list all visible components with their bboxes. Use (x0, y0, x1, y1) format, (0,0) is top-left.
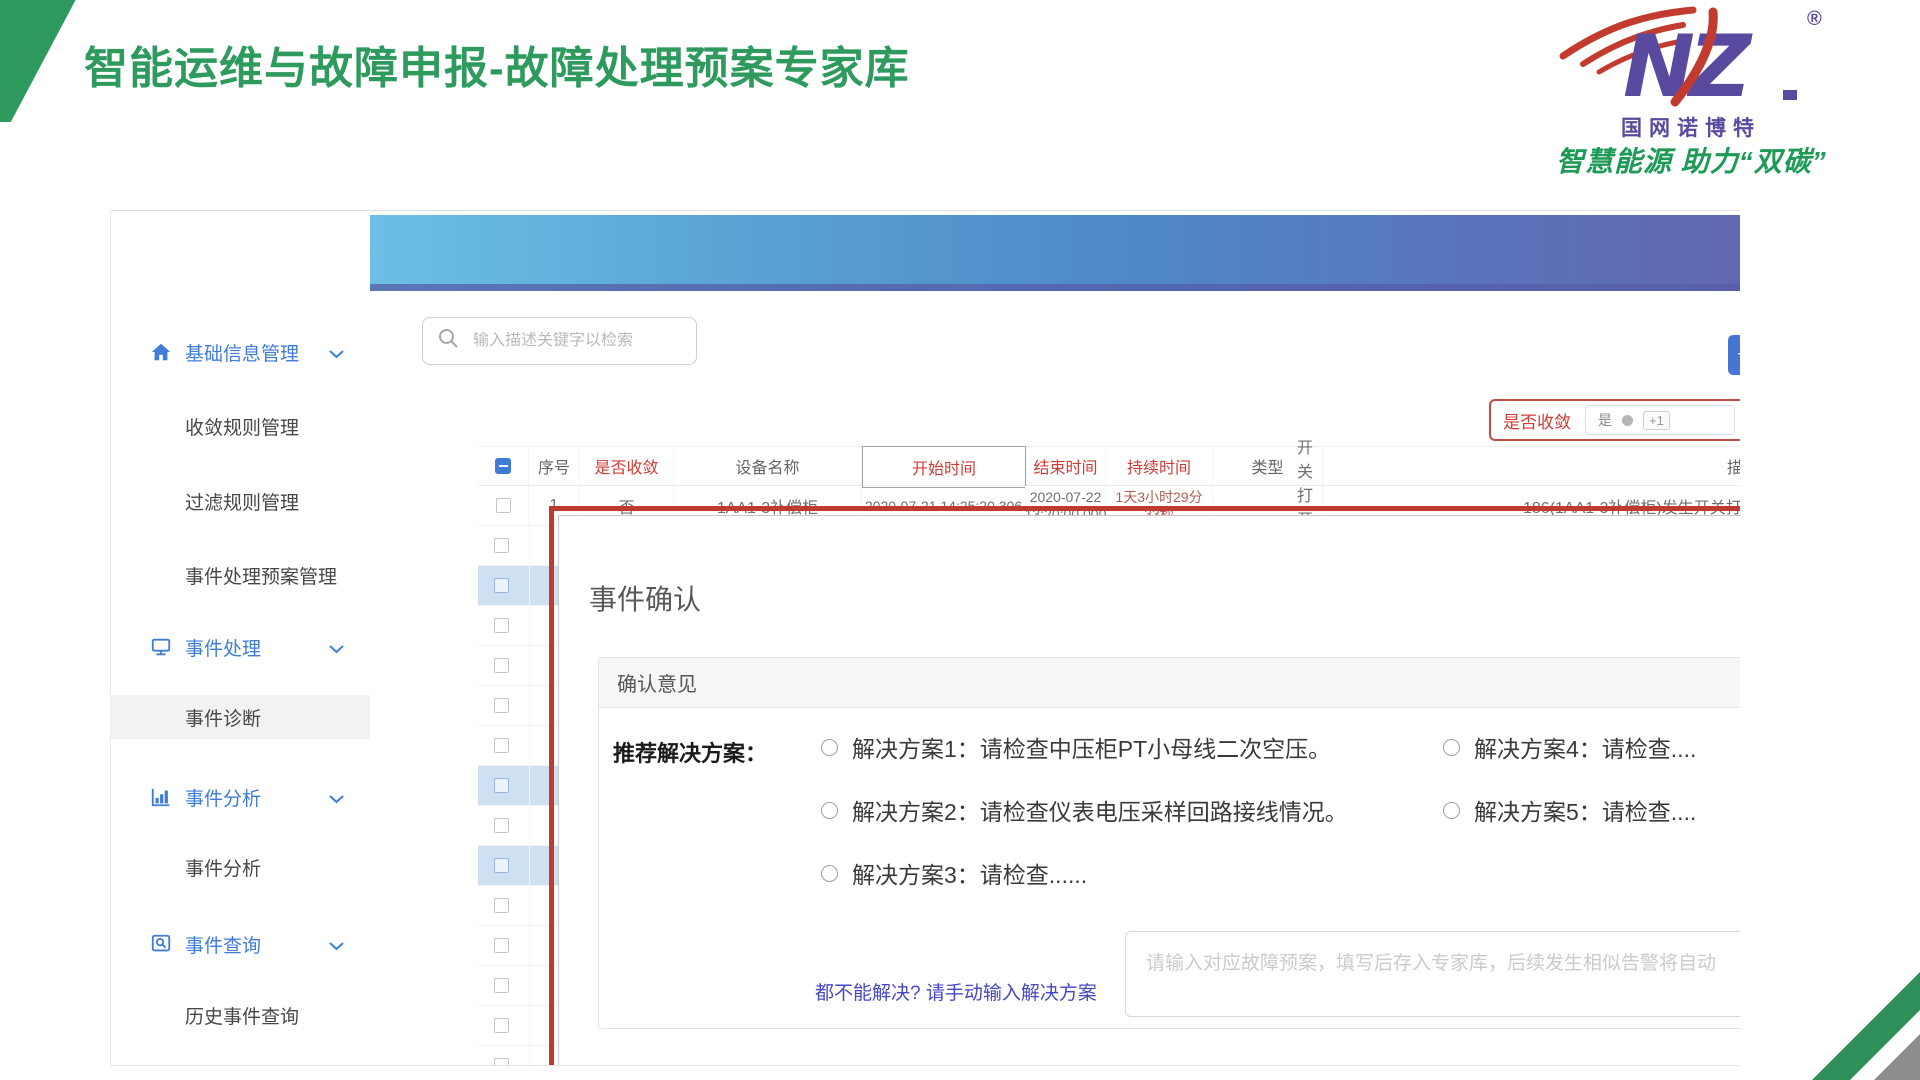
solution-option-3[interactable]: 解决方案3：请检查...... (821, 856, 1087, 890)
row-checkbox[interactable] (494, 778, 509, 793)
row-checkbox[interactable] (494, 978, 509, 993)
row-checkbox[interactable] (496, 498, 511, 513)
bar-chart-icon (149, 785, 173, 809)
sidebar-item-label: 收敛规则管理 (185, 413, 299, 440)
row-checkbox[interactable] (494, 618, 509, 633)
header-cell-converged: 是否收敛 (580, 447, 674, 485)
primary-action-button[interactable]: + (1728, 335, 1740, 375)
sidebar-item-event-diagnosis[interactable]: 事件诊断 (111, 695, 370, 739)
sidebar-item-label: 历史事件查询 (185, 1002, 299, 1029)
solution-option-4[interactable]: 解决方案4：请检查.... (1443, 730, 1696, 764)
panel-header: 确认意见 (599, 658, 1740, 708)
search-input[interactable] (473, 332, 683, 350)
header-cell-duration: 持续时间 (1106, 447, 1213, 485)
radio-icon[interactable] (1443, 802, 1460, 819)
radio-icon[interactable] (821, 802, 838, 819)
search-doc-icon (149, 932, 173, 956)
sidebar-item-label: 事件查询 (185, 931, 261, 958)
registered-mark: ® (1807, 8, 1822, 31)
page-title: 智能运维与故障申报-故障处理预案专家库 (84, 32, 910, 96)
chevron-down-icon[interactable] (329, 938, 344, 956)
option-label[interactable]: 解决方案2：请检查仪表电压采样回路接线情况。 (852, 793, 1348, 827)
sidebar-item-label: 事件处理预案管理 (185, 562, 337, 589)
dialog-title: 事件确认 (589, 578, 701, 618)
radio-icon[interactable] (821, 865, 838, 882)
search-box (422, 317, 697, 365)
sidebar-item-event-analysis[interactable]: 事件分析 (111, 847, 370, 887)
chevron-down-icon[interactable] (329, 641, 344, 659)
home-icon (149, 340, 173, 364)
sidebar-item-label: 过滤规则管理 (185, 488, 299, 515)
filter-value-tag[interactable]: 是 +1 (1585, 405, 1735, 435)
filter-value: 是 (1598, 410, 1612, 430)
filter-count-badge: +1 (1643, 411, 1670, 430)
manual-solution-textarea[interactable] (1125, 931, 1740, 1017)
table-header-row: 序号 是否收敛 设备名称 开始时间 结束时间 持续时间 类型 描述 (478, 446, 1740, 486)
filter-converged-chip[interactable]: 是否收敛 (1499, 406, 1575, 435)
logo-company-name: 国网诺博特 (1621, 112, 1761, 142)
sidebar-item-label: 事件分析 (185, 854, 261, 881)
filter-group: 是否收敛 是 +1 (1489, 399, 1740, 441)
sidebar-item-basic-info-mgmt[interactable]: 基础信息管理 (111, 332, 370, 372)
svg-text:NZ: NZ (1623, 17, 1753, 114)
sidebar-item-label: 事件诊断 (185, 704, 261, 731)
monitor-icon (149, 635, 173, 659)
header-cell-start-time: 开始时间 (862, 446, 1026, 488)
sidebar-item-label: 事件分析 (185, 784, 261, 811)
option-label[interactable]: 解决方案3：请检查...... (852, 856, 1087, 890)
chevron-down-icon[interactable] (329, 346, 344, 364)
header-cell-seq: 序号 (529, 447, 580, 485)
option-label[interactable]: 解决方案4：请检查.... (1474, 730, 1696, 764)
manual-input-link[interactable]: 都不能解决? 请手动输入解决方案 (815, 978, 1097, 1005)
option-label[interactable]: 解决方案5：请检查.... (1474, 793, 1696, 827)
sidebar: 基础信息管理 收敛规则管理 过滤规则管理 事件处理预案管理 事件处理 事件诊断 (111, 211, 370, 1066)
tag-dot-icon (1622, 415, 1633, 426)
confirm-opinion-panel: 确认意见 推荐解决方案： 解决方案1：请检查中压柜PT小母线二次空压。 解决方案… (598, 657, 1740, 1029)
search-icon (437, 327, 461, 356)
header-cell-device: 设备名称 (674, 447, 862, 485)
header-cell-end-time: 结束时间 (1026, 447, 1106, 485)
sidebar-item-event-analysis-group[interactable]: 事件分析 (111, 777, 370, 817)
row-checkbox[interactable] (494, 898, 509, 913)
radio-icon[interactable] (1443, 739, 1460, 756)
radio-icon[interactable] (821, 739, 838, 756)
row-checkbox[interactable] (494, 938, 509, 953)
row-checkbox[interactable] (494, 578, 509, 593)
sidebar-item-convergence-rules[interactable]: 收敛规则管理 (111, 406, 370, 446)
solution-option-1[interactable]: 解决方案1：请检查中压柜PT小母线二次空压。 (821, 730, 1331, 764)
sidebar-item-history-event-query[interactable]: 历史事件查询 (111, 995, 370, 1035)
logo-tagline: 智慧能源 助力“双碳” (1556, 140, 1827, 180)
sidebar-item-event-query-group[interactable]: 事件查询 (111, 924, 370, 964)
sidebar-item-event-handling[interactable]: 事件处理 (111, 627, 370, 667)
row-checkbox[interactable] (494, 658, 509, 673)
option-label[interactable]: 解决方案1：请检查中压柜PT小母线二次空压。 (852, 730, 1331, 764)
row-checkbox[interactable] (494, 538, 509, 553)
sidebar-item-label: 事件处理 (185, 634, 261, 661)
sidebar-item-label: 基础信息管理 (185, 339, 299, 366)
sidebar-item-event-plan-mgmt[interactable]: 事件处理预案管理 (111, 555, 370, 595)
app-window: 基础信息管理 收敛规则管理 过滤规则管理 事件处理预案管理 事件处理 事件诊断 (110, 210, 1740, 1066)
solution-option-2[interactable]: 解决方案2：请检查仪表电压采样回路接线情况。 (821, 793, 1348, 827)
row-checkbox[interactable] (494, 698, 509, 713)
event-confirm-dialog: 事件确认 确认意见 推荐解决方案： 解决方案1：请检查中压柜PT小母线二次空压。… (558, 515, 1740, 1066)
app-header-bar (370, 215, 1740, 291)
select-all-checkbox[interactable] (495, 458, 511, 474)
recommend-label: 推荐解决方案： (613, 736, 767, 768)
solution-option-5[interactable]: 解决方案5：请检查.... (1443, 793, 1696, 827)
header-cell-description: 描述 (1323, 447, 1740, 485)
row-checkbox[interactable] (494, 1018, 509, 1033)
row-checkbox[interactable] (494, 738, 509, 753)
row-checkbox[interactable] (494, 818, 509, 833)
row-checkbox[interactable] (494, 858, 509, 873)
sidebar-item-filter-rules[interactable]: 过滤规则管理 (111, 481, 370, 521)
row-checkbox[interactable] (494, 1058, 509, 1066)
chevron-down-icon[interactable] (329, 791, 344, 809)
